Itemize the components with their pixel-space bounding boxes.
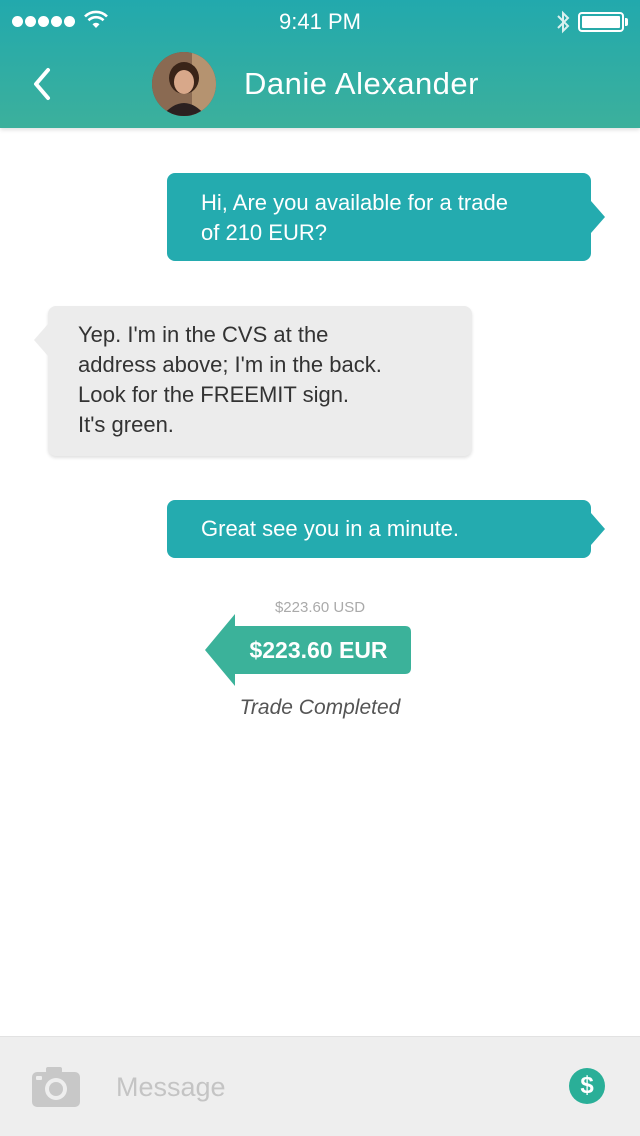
chevron-left-icon[interactable] [30, 66, 54, 102]
contact-avatar[interactable] [152, 52, 216, 116]
battery-nub [625, 18, 628, 26]
trade-eur-amount: $223.60 EUR [249, 637, 388, 663]
status-time: 9:41 PM [279, 9, 361, 34]
message-input[interactable] [116, 1065, 536, 1109]
bluetooth-icon [557, 10, 570, 34]
status-bar: 9:41 PM [0, 0, 640, 40]
message-bubble-incoming[interactable]: Yep. I'm in the CVS at the address above… [34, 306, 472, 456]
message-bubble-outgoing[interactable]: Hi, Are you available for a trade of 210… [167, 173, 605, 261]
trade-status: Trade Completed [239, 696, 401, 719]
camera-icon[interactable] [32, 1067, 80, 1107]
battery-icon [578, 12, 624, 32]
message-bubble-outgoing[interactable]: Great see you in a minute. [167, 500, 605, 558]
message-composer [0, 1036, 640, 1136]
chat-header: 9:41 PM Danie Alexander [0, 0, 640, 128]
dollar-icon[interactable]: $ [569, 1068, 605, 1104]
contact-name[interactable]: Danie Alexander [244, 66, 479, 102]
